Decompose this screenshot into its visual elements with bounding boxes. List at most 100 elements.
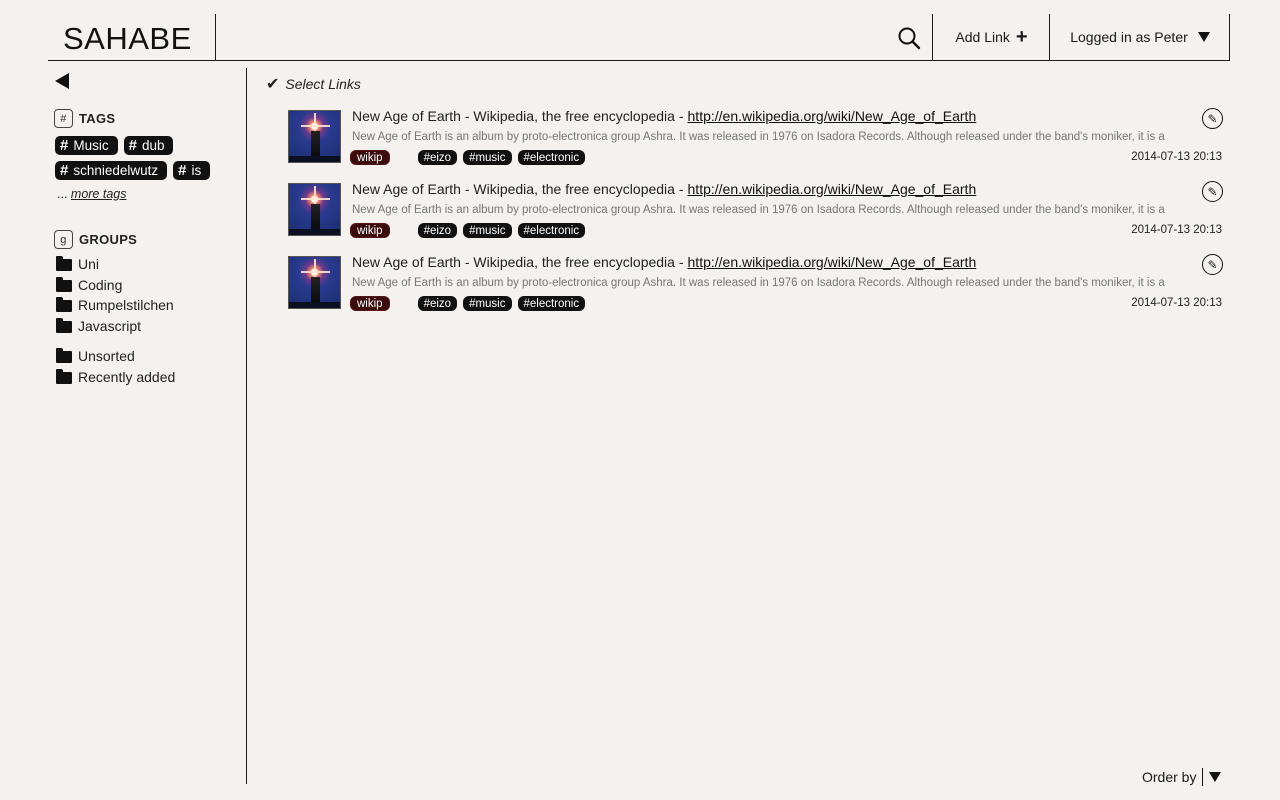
tag-chip-music[interactable]: # Music <box>55 136 118 155</box>
link-title: New Age of Earth - Wikipedia, the free e… <box>352 254 976 270</box>
hash-icon: # <box>128 137 137 154</box>
tag-chip-schniedelwutz[interactable]: # schniedelwutz <box>55 161 168 180</box>
collapse-sidebar-icon[interactable] <box>55 73 69 89</box>
more-tags: ... more tags <box>57 187 127 201</box>
link-url[interactable]: http://en.wikipedia.org/wiki/New_Age_of_… <box>688 108 977 124</box>
group-label: Coding <box>78 276 123 293</box>
link-tags: wikip #eizo #music #electronic <box>350 296 586 311</box>
group-g-icon: g <box>54 230 73 249</box>
thumbnail-ground <box>289 302 340 308</box>
edit-pencil-icon[interactable]: ✎ <box>1202 254 1223 275</box>
link-title: New Age of Earth - Wikipedia, the free e… <box>352 181 976 197</box>
group-label: Unsorted <box>78 348 135 365</box>
link-title: New Age of Earth - Wikipedia, the free e… <box>352 108 976 124</box>
folder-icon <box>56 317 72 333</box>
link-description: New Age of Earth is an album by proto-el… <box>352 131 1165 143</box>
group-item-uni[interactable]: Uni <box>56 254 174 275</box>
sidebar-divider <box>246 68 247 784</box>
add-link-label: Add Link <box>955 29 1010 45</box>
hash-icon: # <box>60 162 69 179</box>
folder-icon <box>56 256 72 272</box>
group-label: Rumpelstilchen <box>78 297 174 314</box>
link-item: New Age of Earth - Wikipedia, the free e… <box>288 181 1224 241</box>
link-tag[interactable]: #music <box>463 150 512 165</box>
user-menu-button[interactable]: Logged in as Peter <box>1050 14 1230 60</box>
select-links-label: Select Links <box>285 76 361 92</box>
groups-heading: g GROUPS <box>54 230 137 249</box>
tag-chip-dub[interactable]: # dub <box>123 136 174 155</box>
link-item: New Age of Earth - Wikipedia, the free e… <box>288 254 1224 314</box>
checkmark-icon: ✔ <box>266 76 280 93</box>
link-tags: wikip #eizo #music #electronic <box>350 150 586 165</box>
special-group-list: Unsorted Recently added <box>56 346 175 387</box>
link-description: New Age of Earth is an album by proto-el… <box>352 277 1165 289</box>
more-tags-link[interactable]: more tags <box>71 187 127 201</box>
link-title-text: New Age of Earth - Wikipedia, the free e… <box>352 108 684 124</box>
group-item-rumpelstilchen[interactable]: Rumpelstilchen <box>56 295 174 316</box>
link-tag[interactable]: #eizo <box>417 223 458 238</box>
group-label: Uni <box>78 256 100 273</box>
dropdown-arrow-icon <box>1197 32 1210 42</box>
source-tag[interactable]: wikip <box>350 150 390 165</box>
group-list: Uni Coding Rumpelstilchen Javascript <box>56 254 174 336</box>
hash-icon: # <box>60 137 69 154</box>
tag-chip-is[interactable]: # is <box>173 161 211 180</box>
hash-icon: # <box>178 162 187 179</box>
link-tag[interactable]: #eizo <box>417 150 458 165</box>
link-tag[interactable]: #electronic <box>517 296 586 311</box>
order-by-divider <box>1202 768 1204 786</box>
order-by-label: Order by <box>1142 769 1197 785</box>
lighthouse-thumbnail[interactable] <box>288 256 341 309</box>
top-header: SAHABE Add Link + Logged in as Peter <box>48 14 1230 61</box>
lighthouse-thumbnail[interactable] <box>288 110 341 163</box>
add-link-button[interactable]: Add Link + <box>933 14 1050 60</box>
search-icon[interactable] <box>896 25 924 53</box>
link-tag[interactable]: #electronic <box>517 223 586 238</box>
link-url[interactable]: http://en.wikipedia.org/wiki/New_Age_of_… <box>688 181 977 197</box>
tag-cloud: # Music # dub # schniedelwutz # is <box>55 136 245 180</box>
header-divider <box>1229 14 1230 60</box>
select-links-toggle[interactable]: ✔ Select Links <box>266 74 361 94</box>
thumbnail-ground <box>289 156 340 162</box>
link-url[interactable]: http://en.wikipedia.org/wiki/New_Age_of_… <box>688 254 977 270</box>
edit-pencil-icon[interactable]: ✎ <box>1202 108 1223 129</box>
source-tag[interactable]: wikip <box>350 296 390 311</box>
plus-icon: + <box>1015 26 1028 48</box>
source-tag[interactable]: wikip <box>350 223 390 238</box>
link-date: 2014-07-13 20:13 <box>1131 224 1222 236</box>
group-label: Javascript <box>78 317 142 334</box>
link-tag[interactable]: #eizo <box>417 296 458 311</box>
group-item-unsorted[interactable]: Unsorted <box>56 346 175 367</box>
tag-label: is <box>191 163 202 178</box>
link-date: 2014-07-13 20:13 <box>1131 297 1222 309</box>
tag-label: dub <box>141 138 165 153</box>
header-divider <box>215 14 216 60</box>
sidebar: # TAGS # Music # dub # schniedelwutz # i… <box>48 68 246 784</box>
lighthouse-thumbnail[interactable] <box>288 183 341 236</box>
link-tag[interactable]: #electronic <box>517 150 586 165</box>
link-tag[interactable]: #music <box>463 223 512 238</box>
link-tags: wikip #eizo #music #electronic <box>350 223 586 238</box>
ellipsis: ... <box>57 187 68 201</box>
link-description: New Age of Earth is an album by proto-el… <box>352 204 1165 216</box>
folder-icon <box>56 276 72 292</box>
group-item-javascript[interactable]: Javascript <box>56 316 174 337</box>
user-label: Logged in as Peter <box>1070 29 1188 45</box>
folder-icon <box>56 368 72 384</box>
link-tag[interactable]: #music <box>463 296 512 311</box>
order-by-dropdown[interactable]: Order by <box>1142 768 1222 786</box>
dropdown-arrow-icon <box>1209 772 1222 782</box>
group-item-recently-added[interactable]: Recently added <box>56 367 175 388</box>
edit-pencil-icon[interactable]: ✎ <box>1202 181 1223 202</box>
group-label: Recently added <box>78 368 176 385</box>
group-item-coding[interactable]: Coding <box>56 275 174 296</box>
link-title-text: New Age of Earth - Wikipedia, the free e… <box>352 181 684 197</box>
folder-icon <box>56 297 72 313</box>
tag-label: schniedelwutz <box>73 163 159 178</box>
hash-icon: # <box>54 109 73 128</box>
groups-title: GROUPS <box>79 232 138 247</box>
link-item: New Age of Earth - Wikipedia, the free e… <box>288 108 1224 168</box>
app-logo[interactable]: SAHABE <box>63 21 192 57</box>
link-date: 2014-07-13 20:13 <box>1131 151 1222 163</box>
folder-icon <box>56 348 72 364</box>
